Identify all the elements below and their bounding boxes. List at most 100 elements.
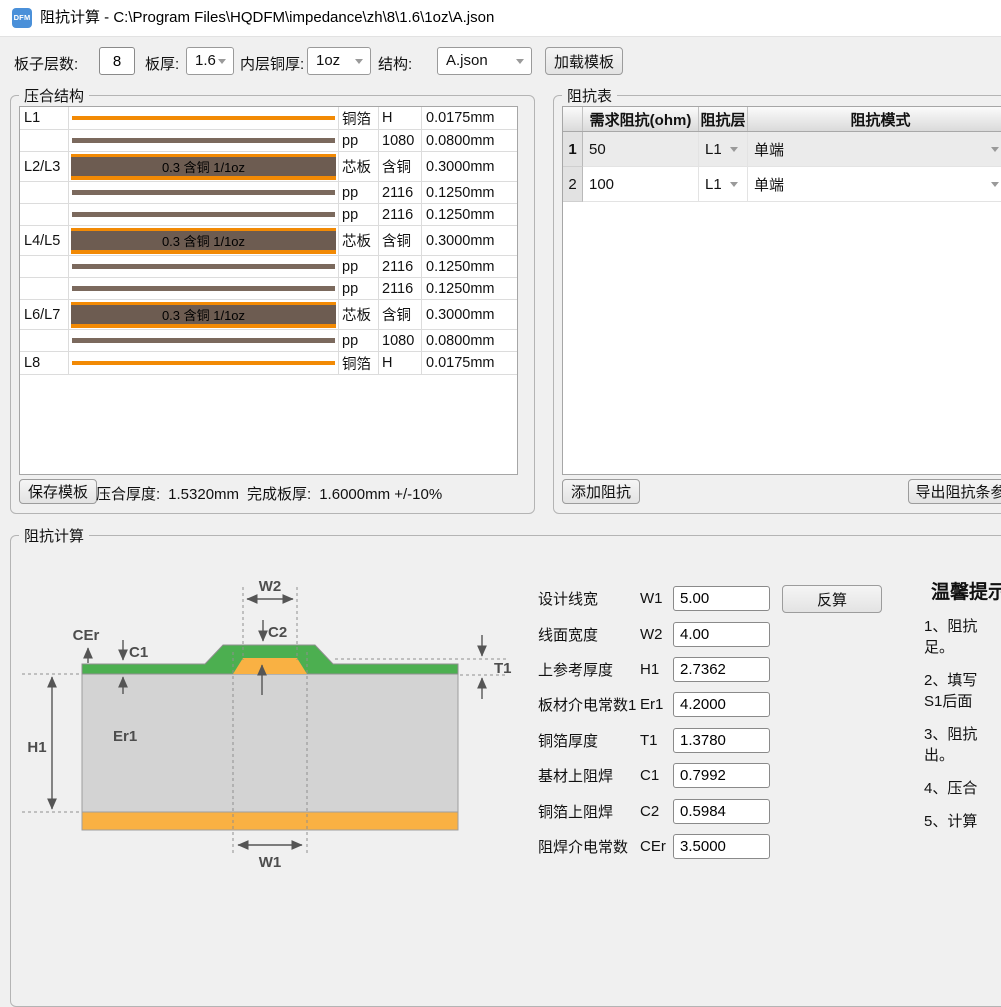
layer-thickness-cell: 0.0800mm	[422, 130, 517, 151]
field-label: 铜箔上阻焊	[538, 801, 640, 822]
tip-line: 5、计算	[924, 811, 1001, 832]
board-thickness-label: 板厚:	[145, 53, 179, 74]
load-template-button[interactable]: 加载模板	[545, 47, 623, 75]
field-input-w1[interactable]	[673, 586, 770, 611]
inner-copper-select[interactable]: 1oz	[307, 47, 371, 75]
tips-title: 温馨提示	[931, 577, 1001, 604]
impedance-value-cell[interactable]: 50	[583, 132, 699, 167]
inner-copper-label: 内层铜厚:	[240, 53, 304, 74]
reverse-calc-button[interactable]: 反算	[782, 585, 882, 613]
field-label: 上参考厚度	[538, 659, 640, 680]
impedance-mode-cell[interactable]: 单端	[748, 167, 1001, 202]
core-copper-edge	[71, 250, 336, 254]
field-label: 铜箔厚度	[538, 730, 640, 751]
structure-value: A.json	[446, 52, 488, 69]
core-bar-label: 0.3 含铜 1/1oz	[71, 231, 336, 250]
field-label: 设计线宽	[538, 588, 640, 609]
tip-paragraph: 1、阻抗足。	[924, 616, 1001, 658]
field-input-er1[interactable]	[673, 692, 770, 717]
impedance-row[interactable]: 2100L1单端	[563, 167, 1001, 202]
board-layers-input[interactable]	[99, 47, 135, 75]
field-symbol: W2	[640, 626, 673, 643]
calc-field-row: 板材介电常数1Er1	[538, 691, 770, 718]
stackup-row[interactable]: L6/L70.3 含铜 1/1oz芯板含铜0.3000mm	[20, 300, 517, 330]
field-label: 阻焊介电常数	[538, 836, 640, 857]
stackup-row[interactable]: pp21160.1250mm	[20, 182, 517, 204]
field-symbol: Er1	[640, 696, 673, 713]
tip-line: 出。	[924, 745, 1001, 766]
field-input-c1[interactable]	[673, 763, 770, 788]
layer-thickness-cell: 0.0175mm	[422, 107, 517, 129]
core-bar: 0.3 含铜 1/1oz	[71, 228, 336, 254]
stackup-row[interactable]: pp21160.1250mm	[20, 204, 517, 226]
layer-name-cell	[20, 130, 69, 151]
layer-graphic-cell	[69, 130, 339, 151]
layer-thickness-cell: 0.0800mm	[422, 330, 517, 351]
stackup-row[interactable]: L4/L50.3 含铜 1/1oz芯板含铜0.3000mm	[20, 226, 517, 256]
layer-spec-cell: 2116	[379, 278, 422, 299]
stackup-row[interactable]: L2/L30.3 含铜 1/1oz芯板含铜0.3000mm	[20, 152, 517, 182]
layer-spec-cell: 2116	[379, 256, 422, 277]
stackup-row[interactable]: pp21160.1250mm	[20, 278, 517, 300]
row-number-cell: 1	[563, 132, 583, 167]
stackup-row[interactable]: L8铜箔H0.0175mm	[20, 352, 517, 375]
layer-thickness-cell: 0.1250mm	[422, 182, 517, 203]
calc-field-row: 铜箔厚度T1	[538, 727, 770, 754]
trace-shape	[233, 658, 307, 674]
chevron-down-icon	[730, 147, 738, 152]
field-label: 基材上阻焊	[538, 765, 640, 786]
field-symbol: CEr	[640, 838, 673, 855]
impedance-row[interactable]: 150L1单端	[563, 132, 1001, 167]
copper-foil-bar	[72, 116, 335, 120]
chevron-down-icon	[991, 182, 999, 187]
structure-select[interactable]: A.json	[437, 47, 532, 75]
cross-section-diagram: W2 C2 CEr C1 T1 H1 Er1 W1	[15, 545, 520, 875]
stackup-row[interactable]: pp10800.0800mm	[20, 330, 517, 352]
impedance-mode-cell[interactable]: 单端	[748, 132, 1001, 167]
layer-type-cell: 芯板	[339, 300, 379, 329]
impedance-value-cell[interactable]: 100	[583, 167, 699, 202]
layer-name-cell: L1	[20, 107, 69, 129]
layer-spec-cell: 含铜	[379, 226, 422, 255]
core-copper-edge	[71, 176, 336, 180]
press-thickness-label: 压合厚度:	[96, 486, 160, 503]
export-impedance-button[interactable]: 导出阻抗条参数	[908, 479, 1001, 504]
layer-type-cell: pp	[339, 204, 379, 225]
tip-paragraph: 3、阻抗出。	[924, 724, 1001, 766]
chevron-down-icon	[730, 182, 738, 187]
layer-graphic-cell	[69, 352, 339, 374]
impedance-layer-cell[interactable]: L1	[699, 167, 748, 202]
field-input-h1[interactable]	[673, 657, 770, 682]
stackup-row[interactable]: L1铜箔H0.0175mm	[20, 107, 517, 130]
layer-type-cell: pp	[339, 256, 379, 277]
header-mode: 阻抗模式	[748, 107, 1001, 131]
impedance-table-header: 需求阻抗(ohm) 阻抗层 阻抗模式	[563, 107, 1001, 132]
impedance-groupbox: 阻抗表 需求阻抗(ohm) 阻抗层 阻抗模式 150L1单端2100L1单端 添…	[553, 95, 1001, 514]
field-input-cer[interactable]	[673, 834, 770, 859]
save-template-button[interactable]: 保存模板	[19, 479, 97, 504]
title-bar: DFM 阻抗计算 - C:\Program Files\HQDFM\impeda…	[0, 0, 1001, 37]
layer-spec-cell: 1080	[379, 330, 422, 351]
stackup-row[interactable]: pp10800.0800mm	[20, 130, 517, 152]
field-input-c2[interactable]	[673, 799, 770, 824]
layer-graphic-cell	[69, 256, 339, 277]
field-input-t1[interactable]	[673, 728, 770, 753]
add-impedance-button[interactable]: 添加阻抗	[562, 479, 640, 504]
field-label: 线面宽度	[538, 624, 640, 645]
impedance-layer-cell[interactable]: L1	[699, 132, 748, 167]
board-thickness-select[interactable]: 1.6	[186, 47, 234, 75]
calc-field-row: 设计线宽W1	[538, 585, 770, 612]
header-corner-cell	[563, 107, 583, 131]
tip-line: 1、阻抗	[924, 616, 1001, 637]
c1-dim-label: C1	[129, 644, 148, 661]
layer-graphic-cell	[69, 204, 339, 225]
layer-graphic-cell	[69, 330, 339, 351]
layer-thickness-cell: 0.1250mm	[422, 256, 517, 277]
copper-foil-bar	[72, 361, 335, 365]
field-symbol: C1	[640, 767, 673, 784]
field-input-w2[interactable]	[673, 622, 770, 647]
stackup-row[interactable]: pp21160.1250mm	[20, 256, 517, 278]
layer-graphic-cell: 0.3 含铜 1/1oz	[69, 300, 339, 329]
inner-copper-value: 1oz	[316, 52, 340, 69]
layer-graphic-cell	[69, 278, 339, 299]
